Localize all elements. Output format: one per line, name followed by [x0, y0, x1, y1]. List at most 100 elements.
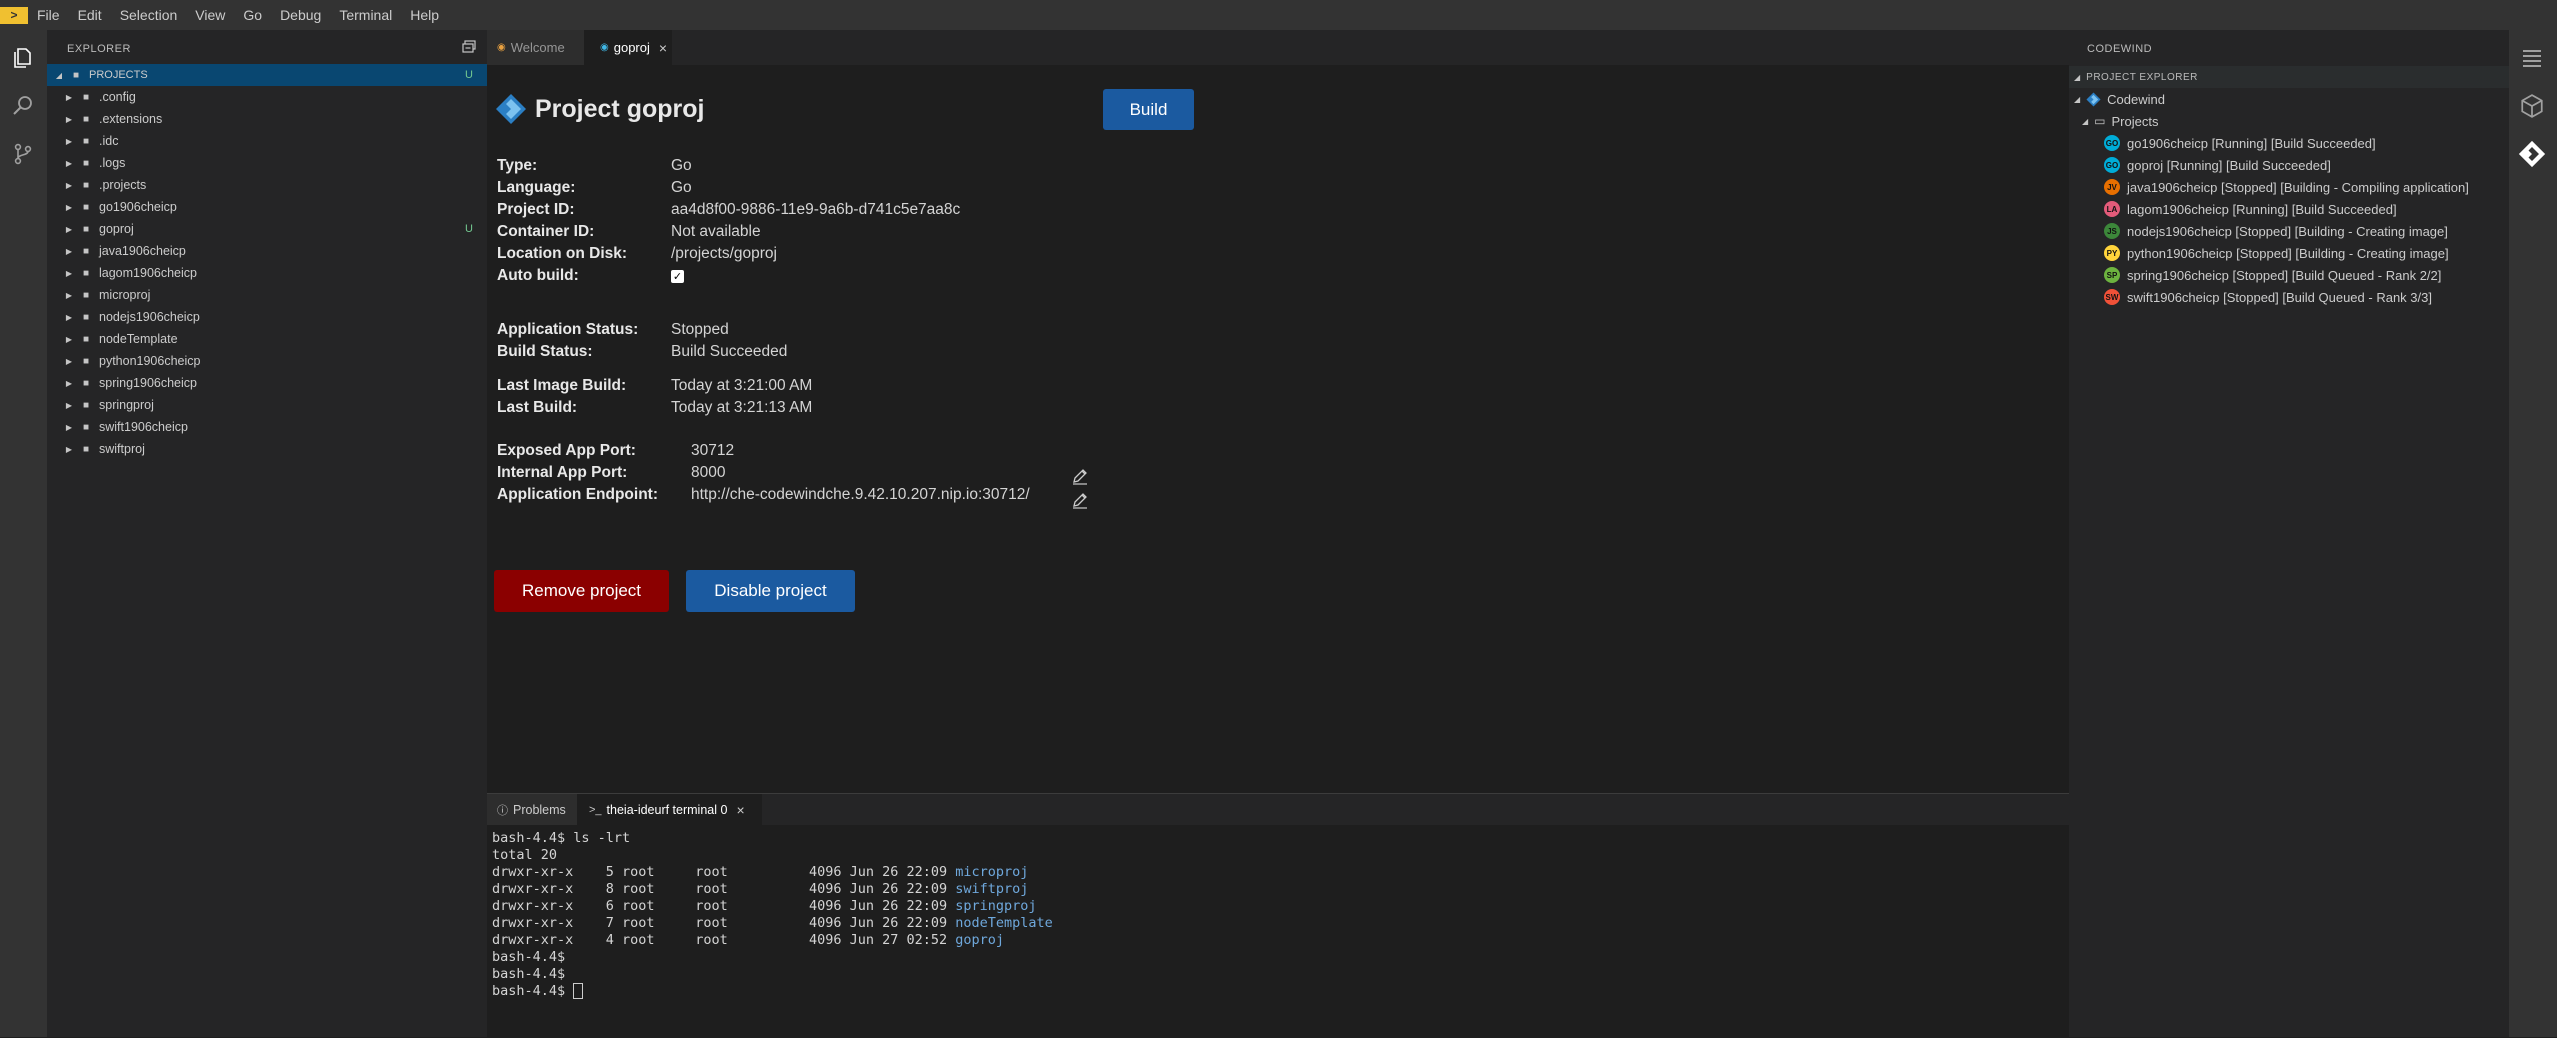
- codewind-root-label: Codewind: [2107, 91, 2165, 107]
- terminal-line: bash-4.4$: [492, 966, 565, 982]
- source-control-icon[interactable]: [7, 138, 39, 170]
- codewind-project-item[interactable]: GO goproj [Running] [Build Succeeded]: [2104, 154, 2331, 176]
- terminal-output[interactable]: bash-4.4$ ls -lrt total 20 drwxr-xr-x 5 ro…: [492, 830, 2062, 1030]
- tree-item[interactable]: ▶ ■ springproj: [47, 394, 487, 416]
- tab-goproj[interactable]: ◉ goproj ×: [584, 30, 672, 65]
- search-icon[interactable]: [7, 90, 39, 122]
- chevron-right-icon: ▶: [65, 290, 73, 300]
- tree-item[interactable]: ▶ ■ swiftproj: [47, 438, 487, 460]
- directory-name: microproj: [955, 864, 1029, 880]
- codewind-project-item[interactable]: JV java1906cheicp [Stopped] [Building - C…: [2104, 176, 2469, 198]
- codewind-icon[interactable]: [2516, 138, 2548, 170]
- tree-item[interactable]: ▶ ■ microproj: [47, 284, 487, 306]
- chevron-right-icon: ▶: [65, 136, 73, 146]
- terminal-line: bash-4.4$: [492, 983, 584, 999]
- chevron-right-icon: ▶: [65, 268, 73, 278]
- project-overview: Project goproj Build Type: Go Language: Go P…: [487, 65, 2069, 793]
- terminal-line: drwxr-xr-x 5 root root 4096 Jun 26 22:09…: [492, 864, 1028, 880]
- tree-item-label: java1906cheicp: [99, 244, 186, 258]
- codewind-project-item[interactable]: LA lagom1906cheicp [Running] [Build Succe…: [2104, 198, 2397, 220]
- menu-terminal[interactable]: Terminal: [330, 0, 401, 30]
- menu-file[interactable]: File: [28, 0, 69, 30]
- files-icon[interactable]: [7, 42, 39, 74]
- menu-selection[interactable]: Selection: [111, 0, 187, 30]
- close-icon[interactable]: ×: [659, 40, 667, 56]
- remove-project-button[interactable]: Remove project: [494, 570, 669, 612]
- language-icon: LA: [2104, 201, 2120, 217]
- field-label: Last Image Build:: [497, 377, 627, 394]
- terminal-text: bash-4.4$: [492, 983, 574, 999]
- directory-name: swiftproj: [955, 881, 1029, 897]
- tree-item-label: springproj: [99, 398, 154, 412]
- field-label: Build Status:: [497, 343, 593, 360]
- tree-item[interactable]: ▶ ■ python1906cheicp: [47, 350, 487, 372]
- tree-item-label: .extensions: [99, 112, 163, 126]
- tree-item[interactable]: ▶ ■ .logs: [47, 152, 487, 174]
- projects-folder[interactable]: ◢ ▭ Projects: [2069, 110, 2158, 132]
- menu-go[interactable]: Go: [234, 0, 271, 30]
- tab-problems[interactable]: ⓘ Problems: [487, 794, 577, 825]
- folder-icon: ■: [82, 421, 90, 433]
- tree-item[interactable]: ▶ ■ go1906cheicp: [47, 196, 487, 218]
- menu-edit[interactable]: Edit: [69, 0, 111, 30]
- language-icon: GO: [2104, 157, 2120, 173]
- project-explorer-header[interactable]: ◢ PROJECT EXPLORER: [2069, 66, 2509, 88]
- tab-terminal[interactable]: >_ theia-ideurf terminal 0 ×: [577, 794, 762, 825]
- codewind-project-item[interactable]: SP spring1906cheicp [Stopped] [Build Queu…: [2104, 264, 2441, 286]
- build-button[interactable]: Build: [1103, 89, 1194, 130]
- tree-item[interactable]: ▶ ■ lagom1906cheicp: [47, 262, 487, 284]
- tree-root-projects[interactable]: ◢ ■ PROJECTS U: [47, 64, 487, 86]
- terminal-line: total 20: [492, 847, 557, 863]
- containers-icon[interactable]: [2516, 90, 2548, 122]
- tree-item[interactable]: ▶ ■ .config: [47, 86, 487, 108]
- tree-root-label: PROJECTS: [89, 69, 148, 81]
- menu-view[interactable]: View: [186, 0, 234, 30]
- edit-port-icon[interactable]: [1071, 467, 1089, 488]
- codewind-project-item[interactable]: PY python1906cheicp [Stopped] [Building -…: [2104, 242, 2449, 264]
- tree-item-label: lagom1906cheicp: [99, 266, 197, 280]
- chevron-right-icon: ▶: [65, 114, 73, 124]
- tree-item-label: swift1906cheicp: [99, 420, 188, 434]
- tree-item[interactable]: ▶ ■ nodeTemplate: [47, 328, 487, 350]
- outline-icon[interactable]: [2516, 42, 2548, 74]
- tab-welcome[interactable]: ◉ Welcome: [487, 30, 584, 65]
- tree-item-label: goproj: [99, 222, 134, 236]
- codewind-project-item[interactable]: SW swift1906cheicp [Stopped] [Build Queue…: [2104, 286, 2432, 308]
- field-label: Project ID:: [497, 201, 575, 218]
- field-value: Today at 3:21:00 AM: [671, 377, 813, 394]
- codewind-project-item[interactable]: JS nodejs1906cheicp [Stopped] [Building -…: [2104, 220, 2448, 242]
- tree-item[interactable]: ▶ ■ nodejs1906cheicp: [47, 306, 487, 328]
- menu-help[interactable]: Help: [401, 0, 448, 30]
- folder-icon: ■: [82, 179, 90, 191]
- tree-item-label: swiftproj: [99, 442, 145, 456]
- tree-item[interactable]: ▶ ■ java1906cheicp: [47, 240, 487, 262]
- terminal-text: bash-4.4$: [492, 966, 566, 982]
- tree-item-label: microproj: [99, 288, 151, 302]
- tree-item[interactable]: ▶ ■ swift1906cheicp: [47, 416, 487, 438]
- chevron-right-icon: ▶: [65, 444, 73, 454]
- tree-item[interactable]: ▶ ■ .idc: [47, 130, 487, 152]
- collapse-all-icon[interactable]: [462, 40, 476, 57]
- field-value: Stopped: [671, 321, 729, 338]
- untracked-badge: U: [465, 223, 473, 235]
- project-label: nodejs1906cheicp [Stopped] [Building - C…: [2127, 223, 2448, 239]
- language-icon: JS: [2104, 223, 2120, 239]
- directory-name: springproj: [955, 898, 1037, 914]
- edit-endpoint-icon[interactable]: [1071, 491, 1089, 512]
- codewind-root[interactable]: ◢ Codewind: [2069, 88, 2165, 110]
- tree-item[interactable]: ▶ ■ .extensions: [47, 108, 487, 130]
- tree-item[interactable]: ▶ ■ .projects: [47, 174, 487, 196]
- field-label: Application Status:: [497, 321, 639, 338]
- folder-icon: ■: [82, 289, 90, 301]
- tree-item[interactable]: ▶ ■ goproj U: [47, 218, 487, 240]
- field-label: Internal App Port:: [497, 464, 628, 481]
- app-logo: >: [0, 6, 28, 24]
- menu-debug[interactable]: Debug: [271, 0, 330, 30]
- disable-project-button[interactable]: Disable project: [686, 570, 855, 612]
- close-icon[interactable]: ×: [736, 802, 744, 818]
- field-label: Auto build:: [497, 267, 579, 284]
- tree-item[interactable]: ▶ ■ spring1906cheicp: [47, 372, 487, 394]
- auto-build-checkbox[interactable]: ✓: [671, 270, 684, 283]
- project-label: swift1906cheicp [Stopped] [Build Queued …: [2127, 289, 2432, 305]
- codewind-project-item[interactable]: GO go1906cheicp [Running] [Build Succeede…: [2104, 132, 2376, 154]
